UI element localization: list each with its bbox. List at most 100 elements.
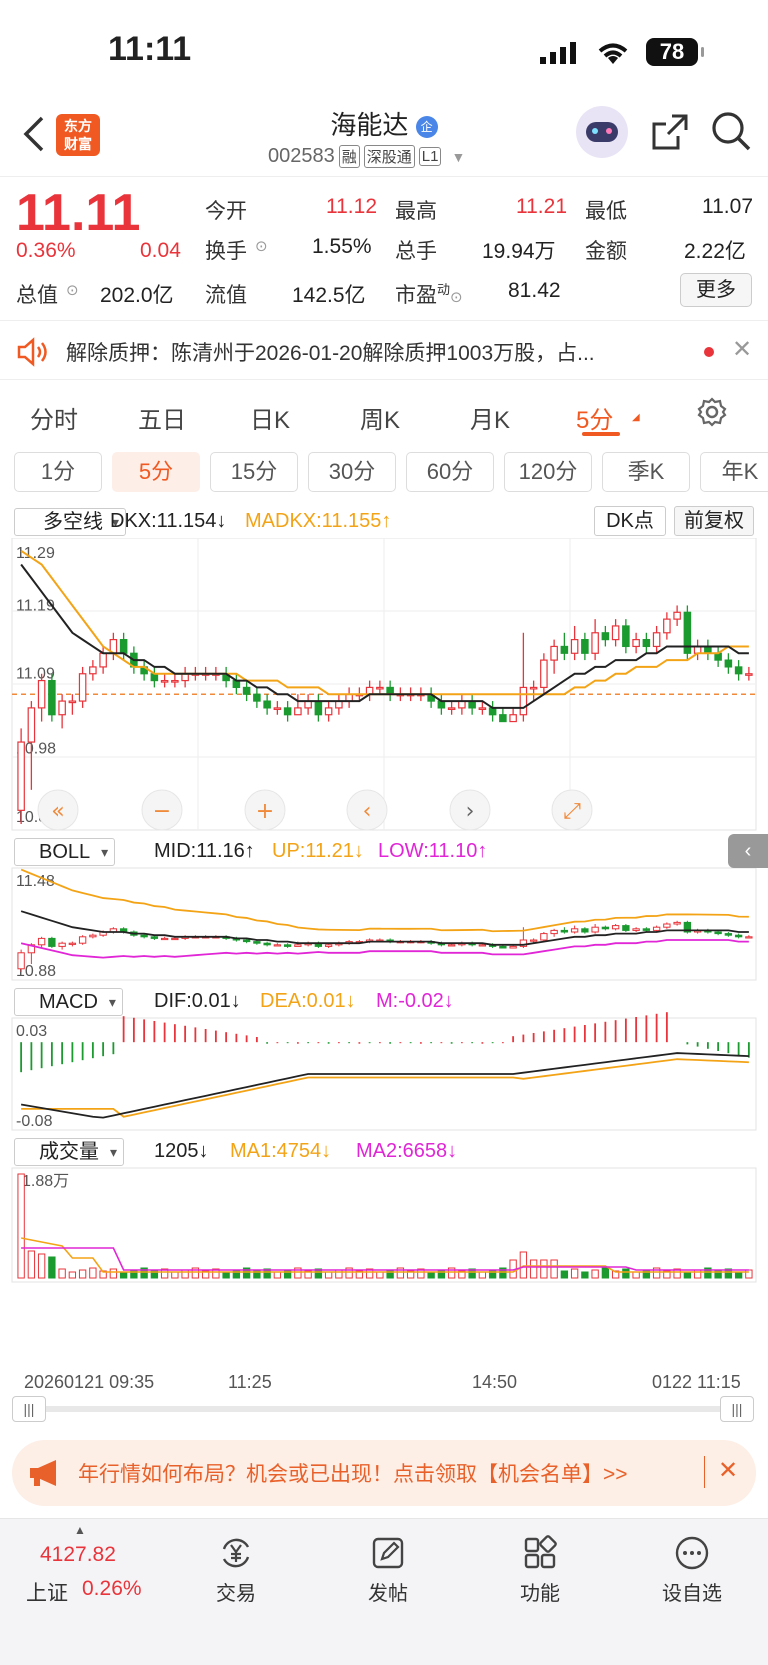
- chart-scrollbar-track[interactable]: [14, 1406, 754, 1412]
- candle: [529, 686, 538, 690]
- info-icon[interactable]: ⊙: [255, 237, 268, 255]
- megaphone-icon: [30, 1460, 56, 1486]
- tab-5min[interactable]: 5分: [576, 400, 613, 435]
- candle: [734, 666, 743, 675]
- quote-panel: 11.11 0.36% 0.04 总值 ⊙ 202.0亿 今开 11.12 最高…: [0, 176, 768, 318]
- post-button[interactable]: 发帖: [338, 1535, 438, 1606]
- scroll-left-handle[interactable]: |||: [12, 1396, 46, 1422]
- high-label: 最高: [395, 200, 437, 223]
- volume-bar: [181, 1269, 189, 1279]
- panel-collapse-icon[interactable]: ‹: [728, 834, 768, 868]
- promo-banner[interactable]: 年行情如何布局？机会或已出现！点击领取【机会名单】>> ✕: [12, 1440, 756, 1506]
- info-icon[interactable]: ⊙: [66, 281, 79, 299]
- candle: [714, 652, 722, 661]
- function-button[interactable]: 功能: [490, 1535, 590, 1606]
- volume-bar: [601, 1267, 610, 1279]
- boll-indicator-select[interactable]: BOLL: [14, 838, 116, 866]
- scroll-right-handle[interactable]: |||: [720, 1396, 754, 1422]
- boll-candle: [58, 942, 66, 947]
- tab-1min[interactable]: 1分: [14, 452, 102, 492]
- boll-candle: [652, 926, 661, 931]
- candle: [447, 707, 456, 711]
- candle: [673, 611, 681, 620]
- tab-120min[interactable]: 120分: [504, 452, 592, 492]
- candle: [160, 679, 169, 683]
- gear-icon[interactable]: [696, 396, 728, 428]
- trade-button[interactable]: 交易: [186, 1535, 286, 1606]
- chart-canvas[interactable]: 11.2911.1911.0910.9810.88« − + ‹ › ⤢11.4810.8…: [0, 538, 768, 1388]
- candle: [304, 700, 312, 709]
- turnover-label: 换手: [205, 240, 247, 263]
- tab-dropdown-icon[interactable]: ◢: [632, 412, 640, 423]
- tab-timeshare[interactable]: 分时: [30, 400, 78, 435]
- candle: [273, 707, 282, 711]
- boll-candle: [540, 933, 548, 941]
- x-tick-label: 11:25: [228, 1372, 272, 1392]
- candle: [724, 659, 733, 668]
- share-icon[interactable]: [650, 112, 690, 152]
- search-icon[interactable]: [710, 110, 752, 152]
- boll-candle: [150, 936, 159, 939]
- candle: [150, 673, 159, 682]
- boll-candle: [622, 925, 630, 931]
- boll-candle: [294, 944, 302, 947]
- tag-connect: 深股通: [363, 145, 415, 168]
- add-watchlist-button[interactable]: 设自选: [642, 1535, 742, 1606]
- candle: [17, 741, 25, 811]
- index-change[interactable]: 0.26%: [82, 1577, 142, 1601]
- volume-label: 1205↓: [154, 1140, 209, 1162]
- tab-60min[interactable]: 60分: [406, 452, 494, 492]
- boll-candle: [714, 931, 722, 935]
- boll-low-line: [20, 939, 749, 959]
- candle: [294, 707, 302, 716]
- news-banner[interactable]: 解除质押：陈清州于2026-01-20解除质押1003万股，占... ✕: [0, 320, 768, 380]
- more-button[interactable]: 更多: [680, 273, 752, 307]
- volume-bar: [171, 1271, 179, 1279]
- boll-candle: [591, 926, 599, 933]
- tab-quarterly[interactable]: 季K: [602, 452, 690, 492]
- candle: [99, 652, 107, 668]
- tab-5min-sub[interactable]: 5分: [112, 452, 200, 492]
- volume-bar: [427, 1271, 435, 1279]
- y-tick-label: -0.08: [16, 1113, 53, 1130]
- boll-candle: [581, 928, 589, 933]
- x-tick-label: 0122 11:15: [652, 1372, 741, 1392]
- volume-ma1-line: [20, 1237, 749, 1273]
- close-icon[interactable]: ✕: [732, 335, 752, 364]
- kline-chart[interactable]: 多空线 DKX:11.154↓ MADKX:11.155↑ DK点 前复权 11…: [0, 500, 768, 1422]
- dk-point-button[interactable]: DK点: [594, 506, 666, 536]
- candle: [550, 645, 558, 661]
- dropdown-icon[interactable]: ▼: [451, 149, 465, 165]
- volume-indicator-select[interactable]: 成交量: [14, 1138, 124, 1166]
- tab-five-day[interactable]: 五日: [138, 400, 186, 435]
- tab-daily[interactable]: 日K: [250, 400, 290, 435]
- adjust-button[interactable]: 前复权: [674, 506, 754, 536]
- candle: [642, 639, 651, 648]
- total-value: 202.0亿: [100, 284, 174, 307]
- boll-up-line: [20, 868, 749, 933]
- macd-indicator-select[interactable]: MACD: [14, 988, 123, 1016]
- robot-assistant-icon[interactable]: [576, 106, 628, 158]
- tab-yearly[interactable]: 年K: [700, 452, 768, 492]
- tab-monthly[interactable]: 月K: [470, 400, 510, 435]
- macd-m-label: M:-0.02↓: [376, 990, 454, 1012]
- tag-level: L1: [418, 147, 442, 166]
- tab-weekly[interactable]: 周K: [360, 400, 400, 435]
- low-value: 11.07: [702, 195, 753, 218]
- boll-candle: [78, 936, 87, 944]
- index-value[interactable]: 4127.82: [40, 1543, 116, 1567]
- high-value: 11.21: [516, 195, 567, 218]
- boll-candle: [570, 928, 579, 933]
- volume-bar: [560, 1270, 569, 1279]
- volume-bar: [540, 1259, 548, 1279]
- y-tick-label: 0.03: [16, 1023, 47, 1040]
- chart-control-icon: ›: [466, 799, 475, 824]
- tab-underline: [582, 432, 620, 436]
- index-name[interactable]: 上证: [26, 1577, 68, 1607]
- candle: [519, 686, 528, 716]
- panel-frame: [11, 867, 757, 981]
- close-icon[interactable]: ✕: [718, 1456, 738, 1485]
- boll-low-label: LOW:11.10↑: [378, 840, 488, 862]
- tab-30min[interactable]: 30分: [308, 452, 396, 492]
- tab-15min[interactable]: 15分: [210, 452, 298, 492]
